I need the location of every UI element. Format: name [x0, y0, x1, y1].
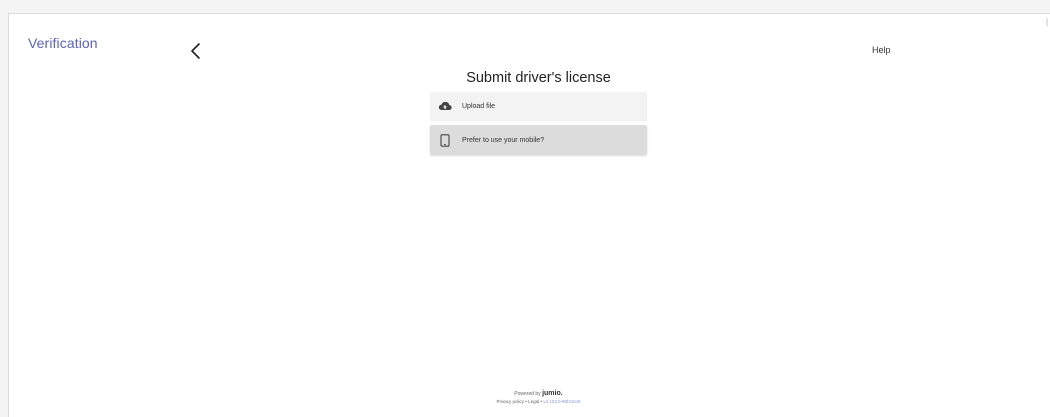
legal-link[interactable]: Legal [528, 399, 539, 404]
powered-by-line: Powered by jumio. [430, 390, 647, 398]
page-title: Submit driver's license [466, 70, 611, 86]
footer-separator: • [525, 399, 527, 404]
upload-file-button[interactable]: Upload file [430, 92, 647, 120]
use-mobile-button[interactable]: Prefer to use your mobile? [430, 125, 647, 155]
mobile-phone-icon [438, 133, 452, 147]
footer: Powered by jumio. Privacy policy • Legal… [430, 390, 647, 406]
use-mobile-label: Prefer to use your mobile? [462, 136, 545, 144]
help-link[interactable]: Help [872, 45, 891, 55]
privacy-policy-link[interactable]: Privacy policy [496, 399, 524, 404]
jumio-logo: jumio. [542, 390, 563, 397]
version-label: v4.123.0-85f415c8 [543, 399, 581, 404]
app-title: Verification [28, 35, 98, 51]
window-edge-mark [1046, 18, 1048, 26]
powered-by-text: Powered by [514, 391, 541, 397]
upload-file-label: Upload file [462, 102, 496, 110]
back-button[interactable] [187, 41, 205, 61]
footer-links: Privacy policy • Legal • v4.123.0-85f415… [430, 398, 647, 406]
footer-separator: • [540, 399, 542, 404]
cloud-upload-icon [438, 99, 452, 113]
chevron-left-icon [191, 43, 200, 59]
